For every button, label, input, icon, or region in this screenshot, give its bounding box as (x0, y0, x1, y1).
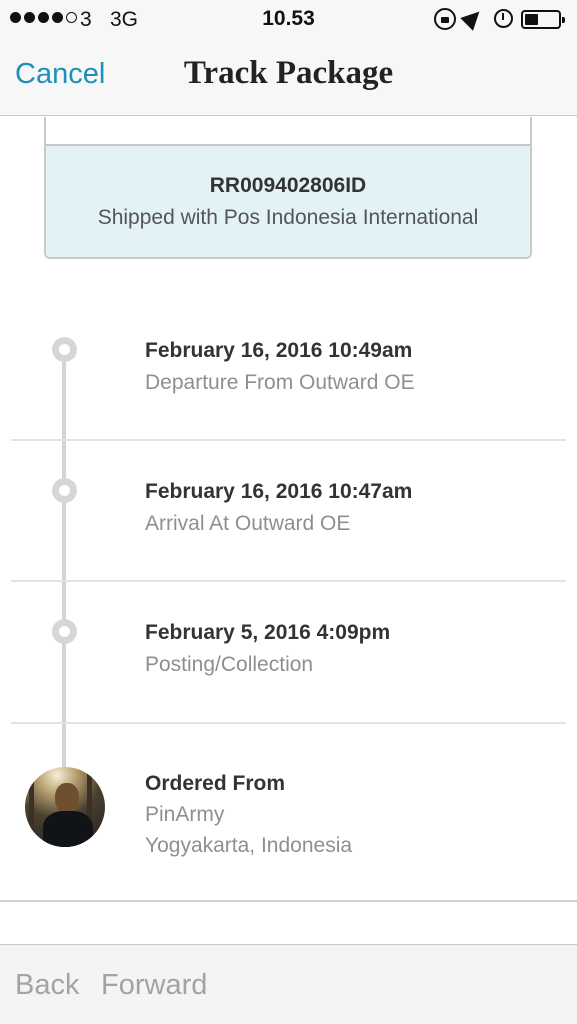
seller-location: Yogyakarta, Indonesia (145, 834, 353, 857)
timeline-node-icon (52, 478, 77, 503)
event-date: February 5, 2016 4:09pm (145, 621, 391, 644)
navigation-bar: Cancel Track Package (0, 38, 577, 116)
timeline-node-icon (52, 337, 77, 362)
forward-button[interactable]: Forward (101, 969, 207, 1002)
tracking-number: RR009402806ID (209, 174, 367, 197)
tracking-content[interactable]: RR009402806ID Shipped with Pos Indonesia… (0, 117, 577, 943)
ordered-from-label: Ordered From (145, 772, 286, 795)
timeline-line (62, 349, 66, 769)
package-card-header (46, 117, 530, 146)
event-description: Posting/Collection (145, 653, 314, 676)
battery-icon (521, 10, 565, 29)
event-description: Arrival At Outward OE (145, 512, 351, 535)
seller-name: PinArmy (145, 803, 225, 826)
section-divider (0, 900, 577, 902)
alarm-icon (494, 9, 513, 28)
screen: 3 3G 10.53 Cancel Track Package RR009402… (0, 0, 577, 1024)
page-title: Track Package (183, 55, 394, 91)
timeline-node-icon (52, 619, 77, 644)
event-separator (11, 722, 566, 724)
event-date: February 16, 2016 10:49am (145, 339, 413, 362)
event-separator (11, 580, 566, 582)
package-card: RR009402806ID Shipped with Pos Indonesia… (44, 117, 532, 259)
status-bar: 3 3G 10.53 (0, 0, 577, 38)
seller-avatar (25, 767, 105, 847)
status-time: 10.53 (262, 7, 315, 30)
shipping-carrier: Shipped with Pos Indonesia International (97, 206, 479, 229)
back-button[interactable]: Back (15, 969, 79, 1002)
orientation-lock-icon (434, 8, 456, 30)
package-info: RR009402806ID Shipped with Pos Indonesia… (46, 146, 530, 257)
event-date: February 16, 2016 10:47am (145, 480, 413, 503)
event-separator (11, 439, 566, 441)
event-description: Departure From Outward OE (145, 371, 415, 394)
browser-toolbar: Back Forward (0, 944, 577, 1024)
